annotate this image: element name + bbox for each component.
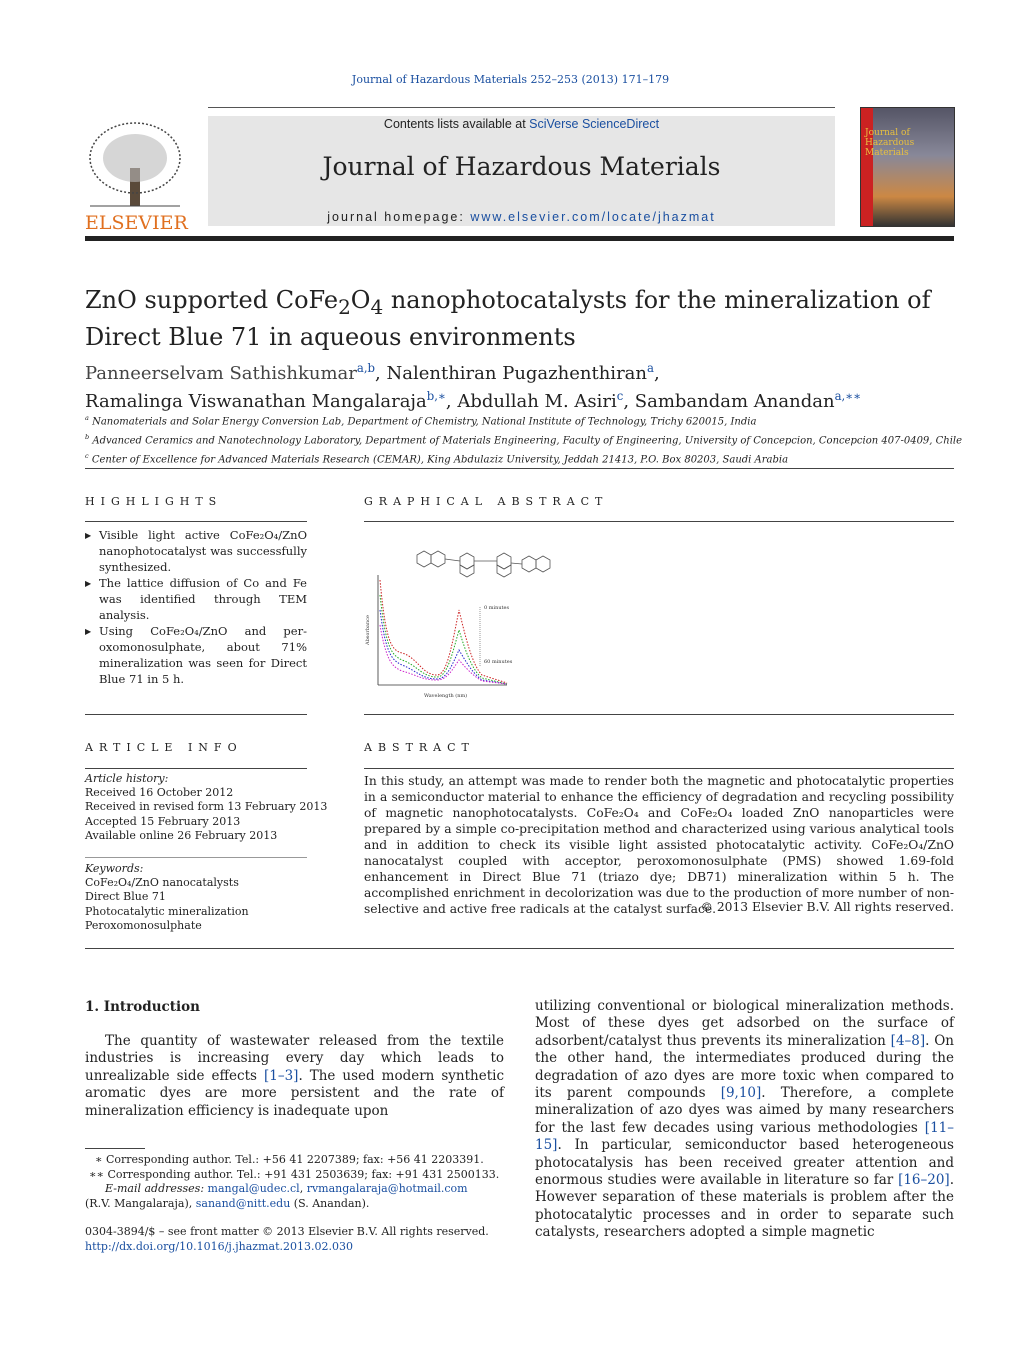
ref-link[interactable]: [16–20] [898,1172,950,1188]
cover-title: Journal of Hazardous Materials [865,128,915,158]
y-axis-label: Absorbance [365,615,371,646]
author[interactable]: Sambandam Anandan [635,391,835,412]
footnote: ∗∗ Corresponding author. Tel.: +91 431 2… [89,1167,500,1181]
ref-link[interactable]: [9,10] [721,1085,762,1101]
abstract-copyright: © 2013 Elsevier B.V. All rights reserved… [700,900,954,914]
history-item: Available online 26 February 2013 [85,828,278,842]
journal-title: Journal of Hazardous Materials [322,152,721,181]
ref-link[interactable]: [4–8] [891,1033,925,1049]
footnote: ∗ Corresponding author. Tel.: +56 41 220… [95,1153,484,1166]
keywords: Keywords: CoFe₂O₄/ZnO nanocatalysts Dire… [85,862,249,933]
email-link[interactable]: rvmangalaraja@hotmail.com [307,1182,468,1195]
elsevier-logo: ELSEVIER [85,118,188,234]
doi-link[interactable]: http://dx.doi.org/10.1016/j.jhazmat.2013… [85,1240,353,1253]
divider [364,768,954,769]
author[interactable]: Nalenthiran Pugazhenthiran [386,363,647,384]
keyword: Photocatalytic mineralization [85,904,249,918]
journal-citation[interactable]: Journal of Hazardous Materials 252–253 (… [0,73,1021,86]
history-item: Received 16 October 2012 [85,786,234,800]
introduction-heading: 1. Introduction [85,999,200,1015]
contents-line: Contents lists available at SciVerse Sci… [208,117,835,131]
elsevier-wordmark: ELSEVIER [85,212,188,234]
highlight-item: The lattice diffusion of Co and Fe was i… [85,575,307,623]
header-rule [208,107,835,108]
highlights-heading: HIGHLIGHTS [85,495,223,508]
author[interactable]: Ramalinga Viswanathan Mangalaraja [85,391,427,412]
author[interactable]: Panneerselvam Sathishkumar [85,363,357,384]
intro-paragraph-col2: utilizing conventional or biological min… [535,998,955,1241]
highlights-list: Visible light active CoFe₂O₄/ZnO nanopho… [85,527,307,687]
front-matter: 0304-3894/$ – see front matter © 2013 El… [85,1225,489,1238]
divider [85,768,307,769]
sciencedirect-link[interactable]: SciVerse ScienceDirect [529,117,659,131]
keywords-label: Keywords: [85,862,144,875]
footnotes: ∗ Corresponding author. Tel.: +56 41 220… [85,1153,525,1254]
article-info-heading: ARTICLE INFO [85,741,243,754]
author-affil-link[interactable]: a,∗∗ [835,389,862,403]
author-affil-link[interactable]: a,b [357,361,375,375]
author-affil-link[interactable]: b,∗ [427,389,446,403]
affiliation: c Center of Excellence for Advanced Mate… [85,451,789,465]
email-footnote-cont: (R.V. Mangalaraja), sanand@nitt.edu (S. … [85,1196,370,1210]
email-link[interactable]: sanand@nitt.edu [196,1197,291,1210]
author-affil-link[interactable]: c [617,389,624,403]
article-history: Article history: Received 16 October 201… [85,772,327,843]
affiliation: a Nanomaterials and Solar Energy Convers… [85,414,757,428]
x-axis-label: Wavelength (nm) [424,692,467,699]
article-title: ZnO supported CoFe2O4 nanophotocatalysts… [85,286,931,351]
homepage-prefix: journal homepage: [327,210,471,224]
affiliations: a Nanomaterials and Solar Energy Convers… [85,411,965,467]
elsevier-tree-icon [89,122,181,207]
spectra-plot: 0 minutes 60 minutes Wavelength (nm) Abs… [365,575,513,699]
divider [85,521,307,522]
abstract-text: In this study, an attempt was made to re… [364,774,954,916]
highlight-item: Visible light active CoFe₂O₄/ZnO nanopho… [85,527,307,575]
footnote-rule [85,1148,145,1149]
highlight-item: Using CoFe₂O₄/ZnO and per-oxomonosulphat… [85,623,307,687]
homepage-line: journal homepage: www.elsevier.com/locat… [208,210,835,224]
email-link[interactable]: mangal@udec.cl [208,1182,300,1195]
ref-link[interactable]: [1–3] [264,1068,298,1084]
history-item: Accepted 15 February 2013 [85,814,241,828]
homepage-link[interactable]: www.elsevier.com/locate/jhazmat [470,210,715,224]
divider [85,468,954,469]
divider [364,521,954,522]
header-thick-rule [85,236,954,241]
keyword: CoFe₂O₄/ZnO nanocatalysts [85,876,239,890]
journal-cover: Journal of Hazardous Materials [860,107,955,227]
author-affil-link[interactable]: a [647,361,654,375]
history-item: Received in revised form 13 February 201… [85,800,328,814]
author-list: Panneerselvam Sathishkumara,b, Nalenthir… [85,361,862,412]
label-bottom: 60 minutes [484,659,513,665]
affiliation: b Advanced Ceramics and Nanotechnology L… [85,432,963,447]
history-label: Article history: [85,772,169,785]
intro-paragraph: The quantity of wastewater released from… [85,1033,504,1119]
dye-structure-icon [416,550,551,578]
abstract-heading: ABSTRACT [364,741,475,754]
divider [85,857,307,858]
label-top: 0 minutes [484,605,510,611]
divider [85,948,954,949]
divider [364,714,954,715]
author[interactable]: Abdullah M. Asiri [457,391,616,412]
contents-prefix: Contents lists available at [383,117,530,131]
email-footnote: E-mail addresses: mangal@udec.cl, rvmang… [105,1182,468,1195]
divider [85,714,307,715]
keyword: Direct Blue 71 [85,890,166,904]
graphical-abstract-figure: 0 minutes 60 minutes Wavelength (nm) Abs… [365,550,551,699]
keyword: Peroxomonosulphate [85,918,202,932]
graphical-abstract-heading: GRAPHICAL ABSTRACT [364,495,609,508]
page: Journal of Hazardous Materials 252–253 (… [0,0,1021,1351]
